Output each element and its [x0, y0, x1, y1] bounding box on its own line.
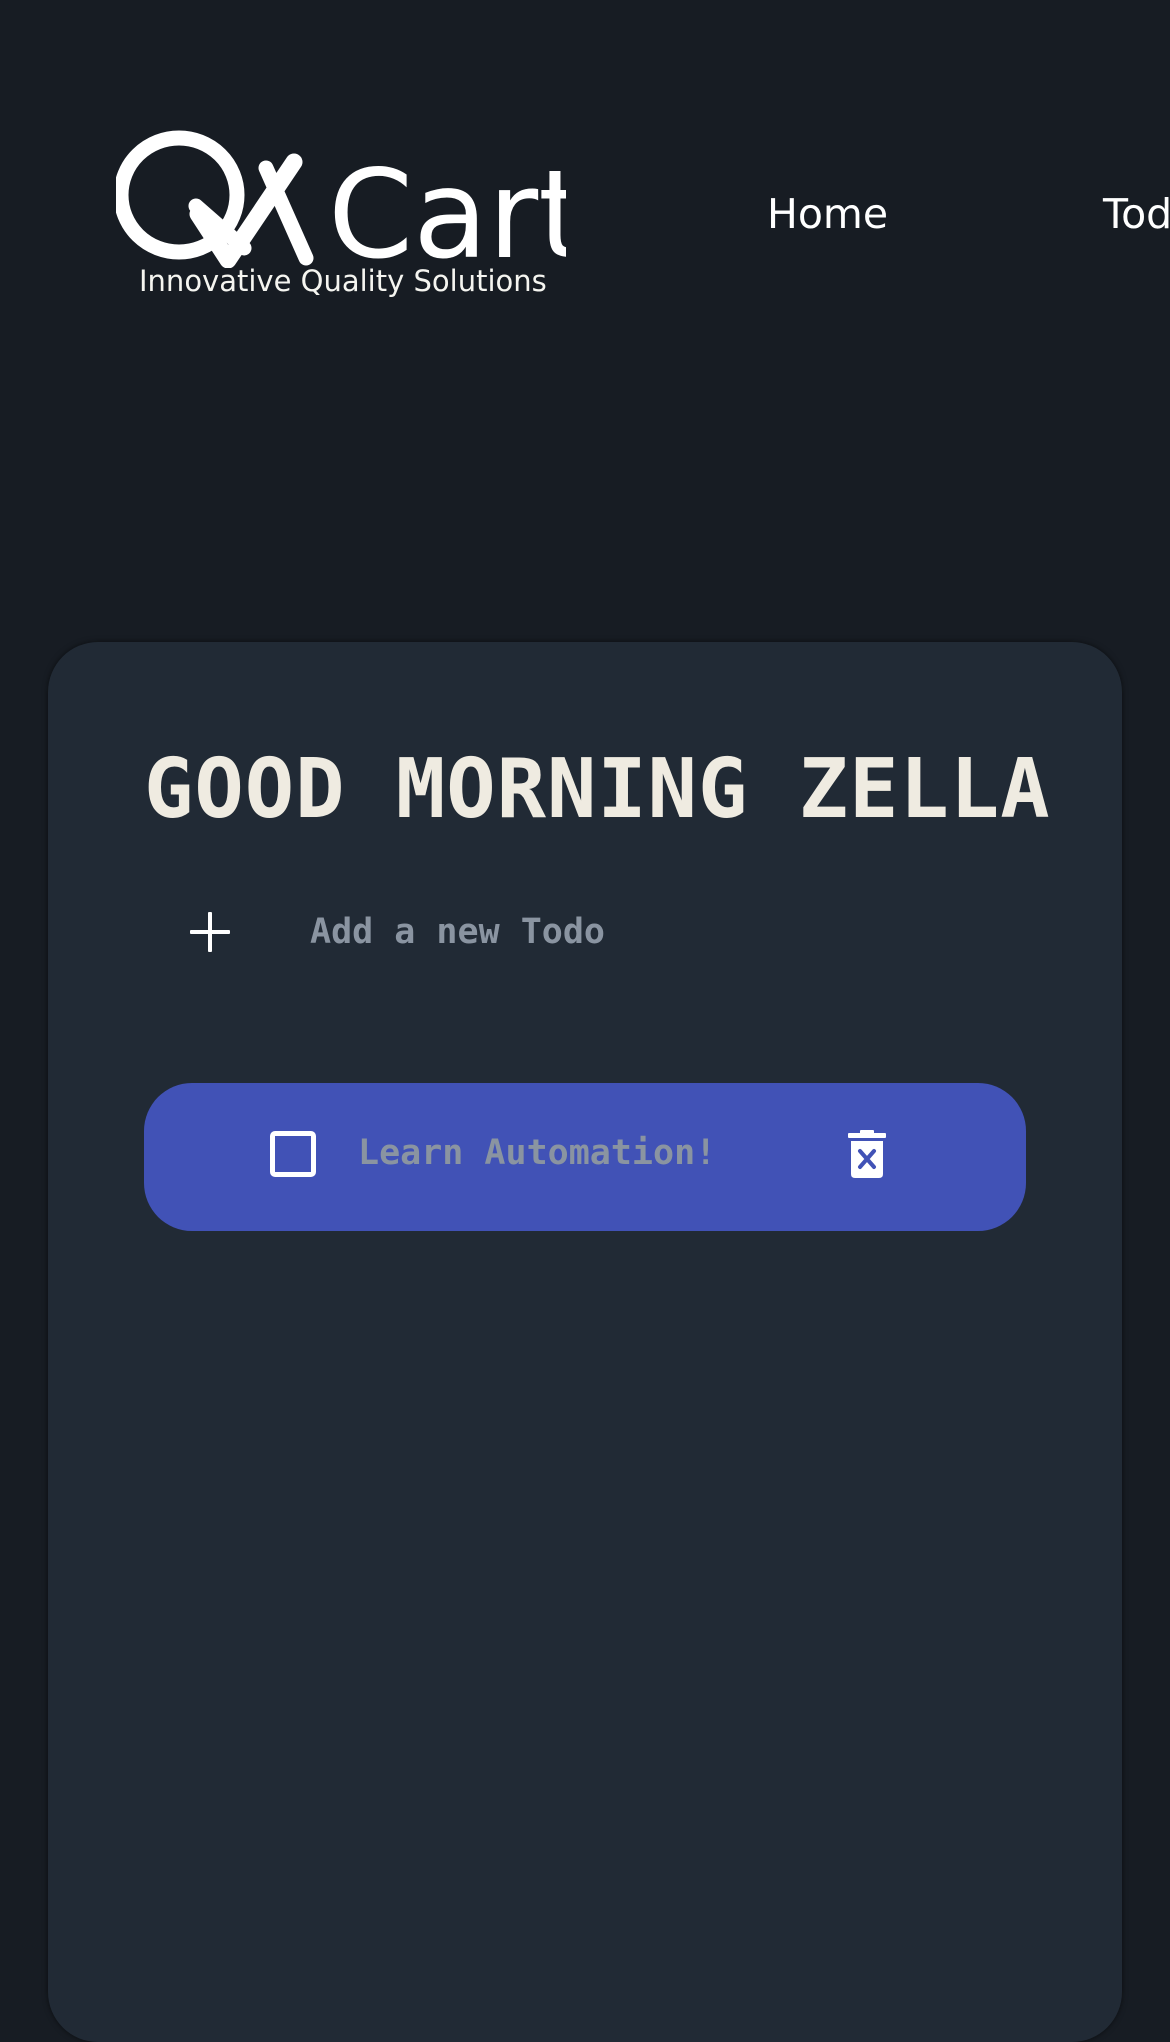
todo-item: Learn Automation!	[144, 1083, 1026, 1231]
brand-logo[interactable]: Cart Innovative Quality Solutions	[116, 128, 566, 308]
plus-icon[interactable]	[190, 912, 230, 952]
new-todo-input[interactable]	[310, 902, 1000, 962]
todo-item-text: Learn Automation!	[358, 1133, 717, 1173]
qacart-logo-icon: Cart	[116, 130, 566, 268]
svg-text:Cart: Cart	[328, 144, 566, 268]
todo-card: GOOD MORNING ZELLA Learn Automation!	[48, 642, 1122, 2042]
nav-todo-link[interactable]: Todo	[1103, 190, 1170, 238]
checkbox-empty-icon[interactable]	[270, 1131, 316, 1177]
greeting-title: GOOD MORNING ZELLA	[144, 742, 1051, 837]
new-todo-form	[144, 888, 1024, 984]
site-header: Cart Innovative Quality Solutions Home T…	[0, 0, 1170, 360]
trash-icon[interactable]	[848, 1130, 886, 1178]
nav-home-link[interactable]: Home	[767, 190, 888, 238]
logo-tagline: Innovative Quality Solutions	[139, 264, 547, 298]
